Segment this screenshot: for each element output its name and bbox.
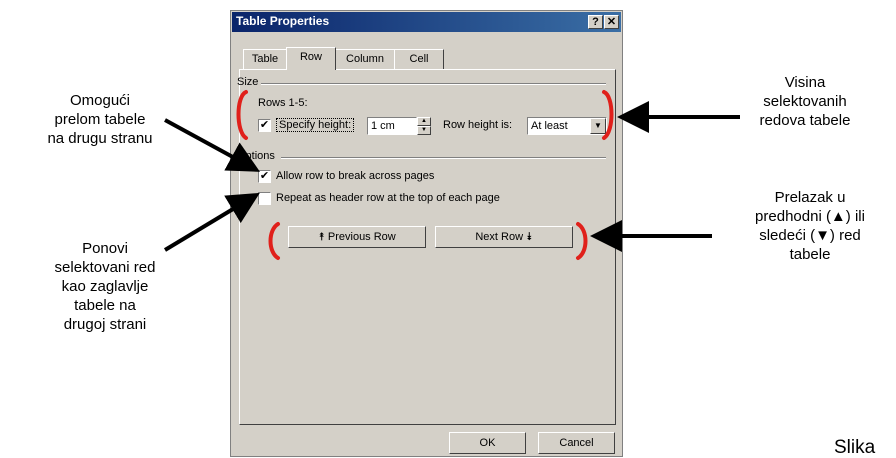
arrow-repeat-header bbox=[163, 192, 260, 252]
bracket-nav-right bbox=[576, 222, 588, 260]
tab-row[interactable]: Row bbox=[286, 47, 336, 70]
bracket-size-left bbox=[236, 90, 248, 140]
annotation-overlay bbox=[163, 90, 740, 260]
bracket-size-right bbox=[602, 90, 614, 140]
bracket-nav-left bbox=[268, 222, 280, 260]
